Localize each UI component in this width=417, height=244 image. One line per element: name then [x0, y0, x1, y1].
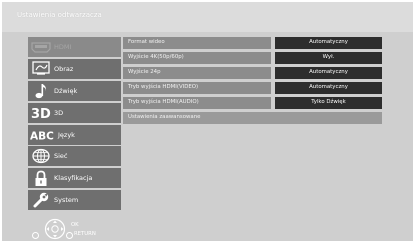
button-circle-icon: [32, 232, 39, 239]
return-circle-icon: [66, 232, 73, 239]
dpad-icon: [44, 218, 66, 244]
setting-value[interactable]: Tylko Dźwięk: [275, 97, 382, 109]
window-title: Ustawienia odtwarzacza: [17, 11, 102, 19]
hdmi-icon: [28, 37, 54, 57]
sidebar-item-language[interactable]: ABC Język: [28, 124, 121, 145]
sidebar-item-picture[interactable]: Obraz: [28, 58, 121, 79]
return-hint-label: RETURN: [74, 231, 96, 237]
svg-text:3D: 3D: [31, 107, 51, 120]
sidebar-item-system[interactable]: System: [28, 190, 121, 211]
remote-hint: OK RETURN: [30, 218, 130, 240]
sidebar: HDMI Obraz Dźwięk 3D 3D ABC Język Sieć K…: [28, 37, 121, 212]
wrench-icon: [28, 190, 54, 210]
setting-name: Tryb wyjścia HDMI(VIDEO): [123, 82, 271, 94]
setting-row-advanced[interactable]: Ustawienia zaawansowane: [123, 112, 387, 124]
setting-value[interactable]: Wył.: [275, 52, 382, 64]
music-note-icon: [28, 81, 54, 101]
setting-name: Wyjście 24p: [123, 67, 271, 79]
setting-row-4k-output[interactable]: Wyjście 4K(50p/60p) Wył.: [123, 52, 387, 64]
setting-row-hdmi-video-mode[interactable]: Tryb wyjścia HDMI(VIDEO) Automatyczny: [123, 82, 387, 94]
sidebar-item-label: Sieć: [54, 152, 68, 161]
sidebar-item-label: Klasyfikacja: [54, 174, 93, 183]
sidebar-item-label: Obraz: [54, 64, 74, 73]
sidebar-item-label: Język: [58, 130, 75, 139]
setting-name: Wyjście 4K(50p/60p): [123, 52, 271, 64]
sidebar-item-label: 3D: [54, 108, 64, 117]
ok-hint-label: OK: [71, 222, 79, 228]
setting-row-24p-output[interactable]: Wyjście 24p Automatyczny: [123, 67, 387, 79]
settings-list: Format wideo Automatyczny Wyjście 4K(50p…: [123, 37, 387, 128]
globe-icon: [28, 146, 54, 166]
sidebar-item-3d[interactable]: 3D 3D: [28, 102, 121, 123]
sidebar-item-rating[interactable]: Klasyfikacja: [28, 168, 121, 189]
setting-value[interactable]: Automatyczny: [275, 82, 382, 94]
sidebar-item-label: HDMI: [54, 43, 72, 51]
lock-icon: [28, 168, 54, 188]
setting-name: Ustawienia zaawansowane: [123, 112, 382, 124]
sidebar-item-label: System: [54, 196, 79, 205]
setting-name: Format wideo: [123, 37, 271, 49]
sidebar-item-network[interactable]: Sieć: [28, 146, 121, 167]
setting-row-video-format[interactable]: Format wideo Automatyczny: [123, 37, 387, 49]
svg-text:ABC: ABC: [30, 130, 54, 142]
setting-row-hdmi-audio-mode[interactable]: Tryb wyjścia HDMI(AUDIO) Tylko Dźwięk: [123, 97, 387, 109]
setting-value[interactable]: Automatyczny: [275, 67, 382, 79]
3d-icon: 3D: [28, 103, 54, 123]
picture-icon: [28, 59, 54, 79]
setting-value[interactable]: Automatyczny: [275, 37, 382, 49]
player-settings-screen: Ustawienia odtwarzacza HDMI Obraz Dźwięk…: [2, 2, 413, 241]
sidebar-item-sound[interactable]: Dźwięk: [28, 80, 121, 101]
sidebar-item-hdmi[interactable]: HDMI: [28, 37, 121, 57]
sidebar-item-label: Dźwięk: [54, 86, 78, 95]
setting-name: Tryb wyjścia HDMI(AUDIO): [123, 97, 271, 109]
abc-icon: ABC: [28, 125, 58, 145]
